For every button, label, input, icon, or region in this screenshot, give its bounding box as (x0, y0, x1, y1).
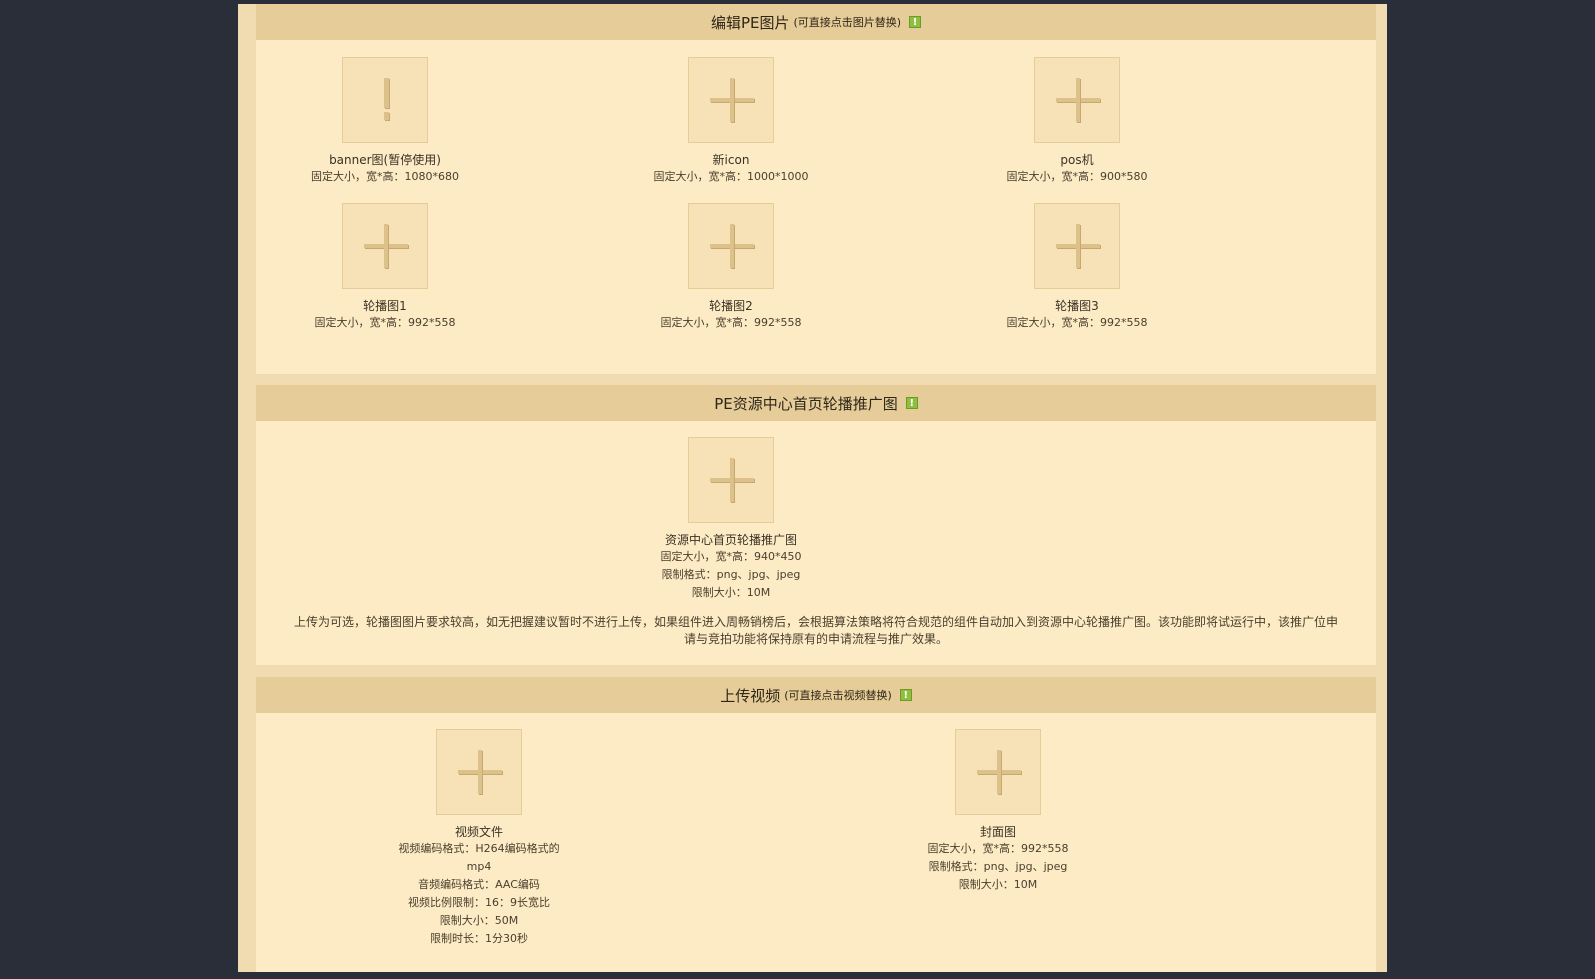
upload-item-info: 固定大小，宽*高：900*580 (1006, 170, 1148, 183)
section-header: PE资源中心首页轮播推广图 ! (256, 385, 1376, 421)
upload-item: plus-icon 新icon 固定大小，宽*高：1000*1000 (611, 57, 851, 186)
upload-slot[interactable]: plus-icon (1034, 203, 1120, 289)
upload-item: plus-icon 视频文件视频编码格式：H264编码格式的 mp4 音频编码格式：A… (359, 729, 599, 948)
upload-slot-exclamation[interactable]: exclamation-icon (342, 57, 428, 143)
upload-item-info: 固定大小，宽*高：1000*1000 (653, 170, 809, 183)
warning-icon[interactable]: ! (909, 16, 922, 28)
section-header: 编辑PE图片 (可直接点击图片替换) ! (256, 4, 1376, 40)
upload-item-title: 封面图 (979, 825, 1016, 839)
upload-item-info: 视频编码格式：H264编码格式的 (398, 842, 560, 855)
upload-item-info: 限制大小：50M (439, 914, 519, 927)
upload-item-title: 轮播图3 (1055, 299, 1099, 313)
section-subtitle: (可直接点击图片替换) (793, 16, 902, 29)
page: 编辑PE图片 (可直接点击图片替换) ! exclamation-icon ban… (238, 4, 1387, 972)
section-resource-carousel: PE资源中心首页轮播推广图 ! 上传为可选，轮播图图片要求较高，如无把握建议暂时… (256, 385, 1376, 665)
upload-slot[interactable]: plus-icon (688, 437, 774, 523)
section-title: 编辑PE图片 (710, 13, 790, 32)
upload-slot[interactable]: plus-icon (688, 57, 774, 143)
upload-item-title: banner图(暂停使用) (329, 153, 441, 167)
upload-item-info: 固定大小，宽*高：992*558 (927, 842, 1069, 855)
upload-item-info: 限制格式：png、jpg、jpeg (661, 568, 801, 581)
warning-icon[interactable]: ! (905, 397, 918, 409)
upload-slot[interactable]: plus-icon (436, 729, 522, 815)
upload-item-title: 轮播图1 (363, 299, 407, 313)
upload-slot[interactable]: plus-icon (1034, 57, 1120, 143)
upload-item-info: 固定大小，宽*高：992*558 (314, 316, 456, 329)
upload-item-title: 视频文件 (454, 825, 503, 839)
upload-item: plus-icon pos机固定大小，宽*高：900*580 (957, 57, 1197, 186)
upload-slot[interactable]: plus-icon (342, 203, 428, 289)
upload-item-info: 固定大小，宽*高：1080*680 (311, 170, 459, 183)
upload-item-info: 音频编码格式：AAC编码 (418, 878, 540, 891)
upload-item-info: 视频比例限制：16：9长宽比 (408, 896, 550, 909)
carousel-notice: 上传为可选，轮播图图片要求较高，如无把握建议暂时不进行上传，如果组件进入周畅销榜… (293, 615, 1338, 646)
upload-item: exclamation-icon banner图(暂停使用) 固定大小，宽*高：10… (265, 57, 505, 186)
upload-item: plus-icon 轮播图1 固定大小，宽*高：992*558 (265, 203, 505, 332)
upload-slot[interactable]: plus-icon (955, 729, 1041, 815)
upload-item-info: 限制大小：10M (958, 878, 1038, 891)
upload-item-info: 固定大小，宽*高：992*558 (1006, 316, 1148, 329)
upload-item: plus-icon 轮播图2 固定大小，宽*高：992*558 (611, 203, 851, 332)
upload-item-info: 限制大小：10M (691, 586, 771, 599)
upload-item: plus-icon 封面图固定大小，宽*高：992*558 限制格式：png、jpg… (878, 729, 1118, 894)
section-edit-pe-images: 编辑PE图片 (可直接点击图片替换) ! exclamation-icon ban… (256, 4, 1376, 374)
upload-item-title: pos机 (1060, 153, 1094, 167)
upload-item-info: 限制时长：1分30秒 (430, 932, 528, 945)
upload-slot[interactable]: plus-icon (688, 203, 774, 289)
upload-item-info: 限制格式：png、jpg、jpeg (928, 860, 1068, 873)
section-title: 上传视频 (720, 686, 781, 705)
upload-item-title: 轮播图2 (709, 299, 753, 313)
section-upload-video: 上传视频 (可直接点击视频替换) ! plus-icon 视频文件视频编码格式：H… (256, 677, 1376, 972)
section-subtitle: (可直接点击视频替换) (784, 689, 892, 702)
section-header: 上传视频 (可直接点击视频替换) ! (256, 677, 1376, 713)
upload-item: plus-icon 资源中心首页轮播推广图固定大小，宽*高：940*450 限制格式… (611, 437, 851, 602)
section-title: PE资源中心首页轮播推广图 (714, 394, 898, 413)
warning-icon[interactable]: ! (899, 689, 912, 701)
upload-item: plus-icon 轮播图3 固定大小，宽*高：992*558 (957, 203, 1197, 332)
upload-item-info: 固定大小，宽*高：940*450 (660, 550, 802, 563)
upload-item-info: 固定大小，宽*高：992*558 (660, 316, 802, 329)
upload-item-info: mp4 (466, 860, 492, 873)
upload-item-title: 新icon (712, 153, 750, 167)
upload-item-title: 资源中心首页轮播推广图 (664, 533, 797, 547)
